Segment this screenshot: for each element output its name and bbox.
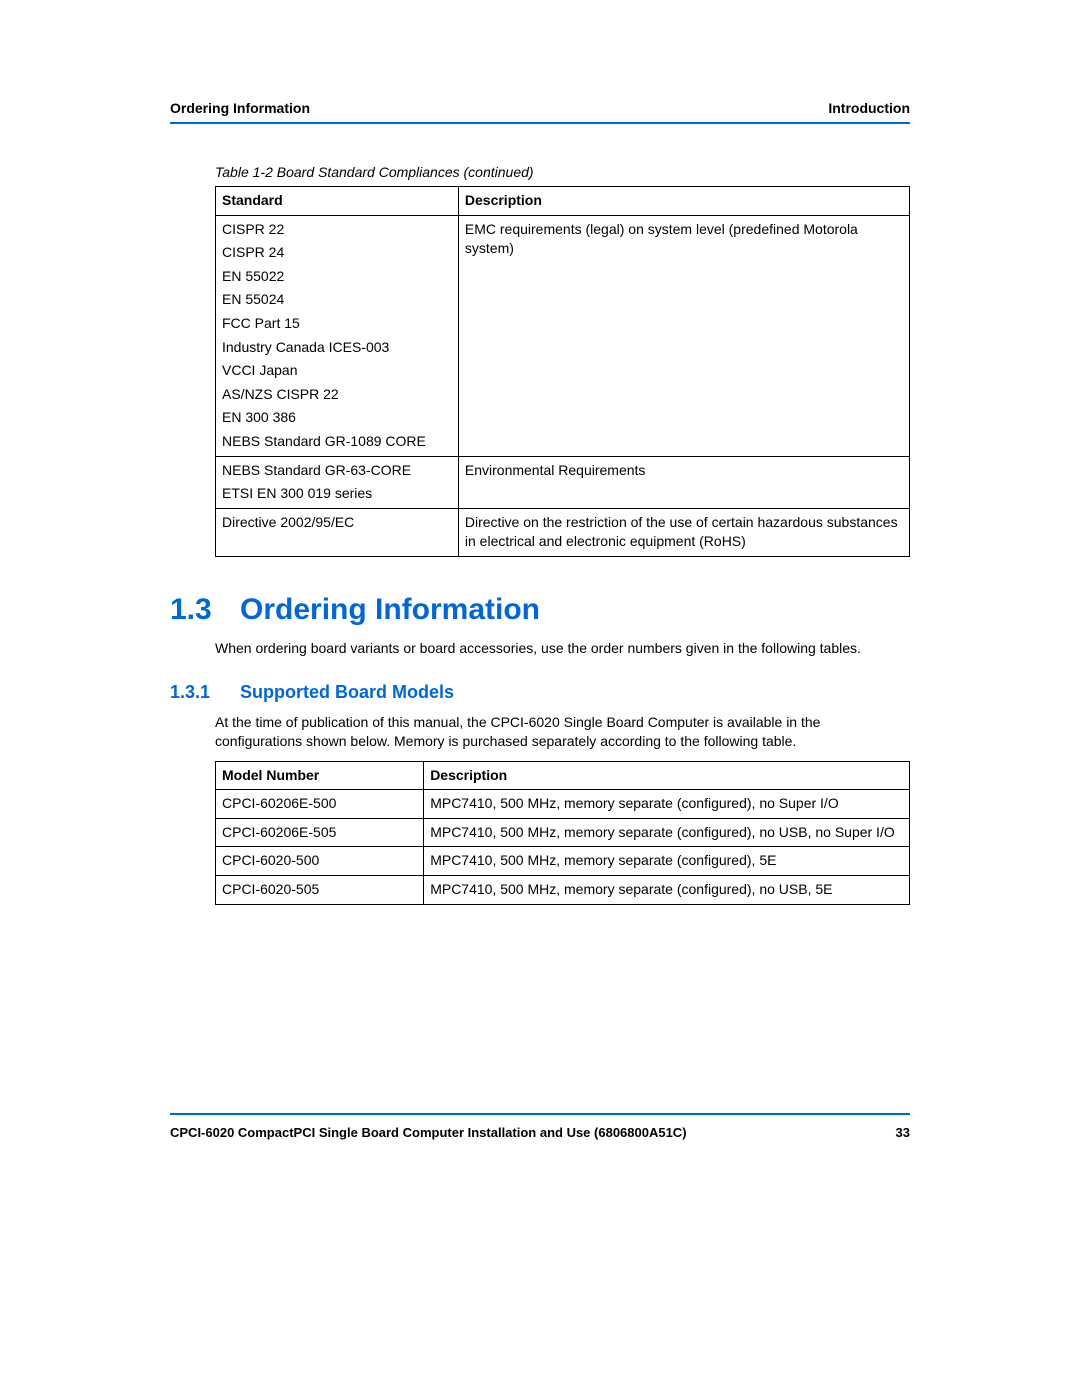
cell-description: MPC7410, 500 MHz, memory separate (confi… — [424, 790, 910, 819]
cell-standards: NEBS Standard GR-63-CORE ETSI EN 300 019… — [216, 456, 459, 508]
std-item: CISPR 24 — [222, 243, 452, 263]
cell-model: CPCI-60206E-505 — [216, 818, 424, 847]
subsection-intro: At the time of publication of this manua… — [215, 713, 910, 751]
cell-description: Environmental Requirements — [458, 456, 909, 508]
std-item: VCCI Japan — [222, 361, 452, 381]
cell-description: Directive on the restriction of the use … — [458, 508, 909, 556]
table-row: CISPR 22 CISPR 24 EN 55022 EN 55024 FCC … — [216, 215, 910, 456]
std-item: Directive 2002/95/EC — [222, 513, 452, 533]
std-item: NEBS Standard GR-1089 CORE — [222, 432, 452, 452]
std-item: NEBS Standard GR-63-CORE — [222, 461, 452, 481]
table-row: Directive 2002/95/EC Directive on the re… — [216, 508, 910, 556]
std-item: EN 55024 — [222, 290, 452, 310]
cell-standards: Directive 2002/95/EC — [216, 508, 459, 556]
table-models: Model Number Description CPCI-60206E-500… — [215, 761, 910, 905]
th-standard: Standard — [216, 187, 459, 216]
page-footer: CPCI-6020 CompactPCI Single Board Comput… — [170, 1113, 910, 1140]
page-header: Ordering Information Introduction — [170, 100, 910, 116]
std-item: EN 55022 — [222, 267, 452, 287]
table-row: NEBS Standard GR-63-CORE ETSI EN 300 019… — [216, 456, 910, 508]
footer-left: CPCI-6020 CompactPCI Single Board Comput… — [170, 1125, 687, 1140]
section-heading: 1.3Ordering Information — [170, 593, 910, 627]
table-row: CPCI-60206E-500 MPC7410, 500 MHz, memory… — [216, 790, 910, 819]
cell-model: CPCI-60206E-500 — [216, 790, 424, 819]
section-title: Ordering Information — [240, 593, 540, 626]
cell-description: MPC7410, 500 MHz, memory separate (confi… — [424, 818, 910, 847]
subsection-heading: 1.3.1Supported Board Models — [170, 682, 910, 703]
table-row: CPCI-60206E-505 MPC7410, 500 MHz, memory… — [216, 818, 910, 847]
th-model: Model Number — [216, 761, 424, 790]
std-item: EN 300 386 — [222, 408, 452, 428]
table-row: CPCI-6020-500 MPC7410, 500 MHz, memory s… — [216, 847, 910, 876]
page: Ordering Information Introduction Table … — [0, 0, 1080, 1200]
subsection-number: 1.3.1 — [170, 682, 240, 703]
table-header-row: Standard Description — [216, 187, 910, 216]
page-number: 33 — [896, 1125, 910, 1140]
header-rule — [170, 122, 910, 124]
header-left: Ordering Information — [170, 100, 310, 116]
th-description: Description — [424, 761, 910, 790]
section-intro: When ordering board variants or board ac… — [215, 639, 910, 658]
std-item: Industry Canada ICES-003 — [222, 338, 452, 358]
cell-description: MPC7410, 500 MHz, memory separate (confi… — [424, 875, 910, 904]
cell-standards: CISPR 22 CISPR 24 EN 55022 EN 55024 FCC … — [216, 215, 459, 456]
section-number: 1.3 — [170, 593, 240, 627]
cell-description: EMC requirements (legal) on system level… — [458, 215, 909, 456]
std-item: AS/NZS CISPR 22 — [222, 385, 452, 405]
table-row: CPCI-6020-505 MPC7410, 500 MHz, memory s… — [216, 875, 910, 904]
table-caption-compliances: Table 1-2 Board Standard Compliances (co… — [215, 164, 910, 180]
std-item: ETSI EN 300 019 series — [222, 484, 452, 504]
cell-model: CPCI-6020-500 — [216, 847, 424, 876]
std-item: CISPR 22 — [222, 220, 452, 240]
cell-description: MPC7410, 500 MHz, memory separate (confi… — [424, 847, 910, 876]
header-right: Introduction — [828, 100, 910, 116]
footer-rule — [170, 1113, 910, 1115]
cell-model: CPCI-6020-505 — [216, 875, 424, 904]
subsection-title: Supported Board Models — [240, 682, 454, 702]
th-description: Description — [458, 187, 909, 216]
table-compliances: Standard Description CISPR 22 CISPR 24 E… — [215, 186, 910, 557]
std-item: FCC Part 15 — [222, 314, 452, 334]
table-header-row: Model Number Description — [216, 761, 910, 790]
